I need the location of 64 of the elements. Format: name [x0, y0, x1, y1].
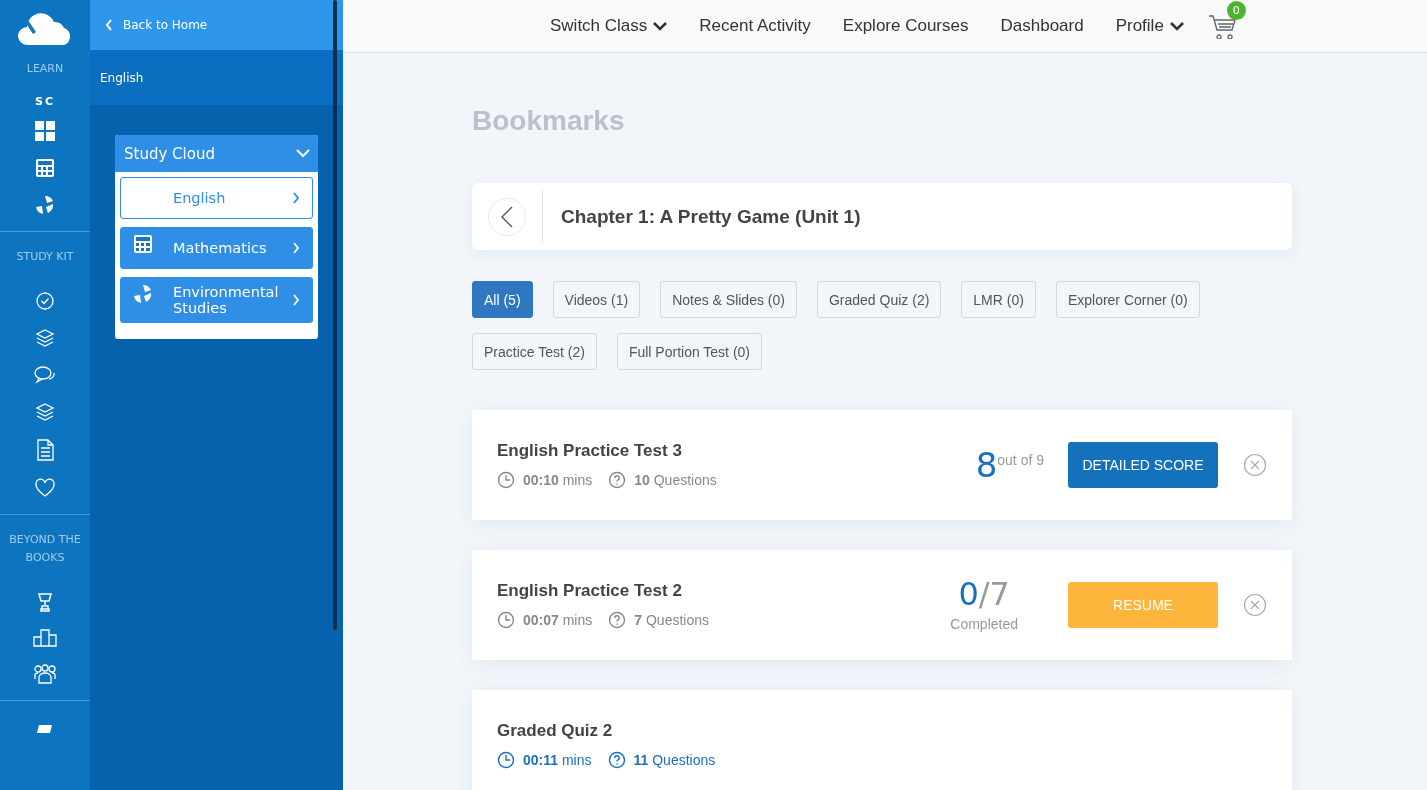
filter-chip[interactable]: Videos (1): [552, 281, 641, 318]
layers-icon[interactable]: [35, 402, 55, 422]
podium-icon[interactable]: [33, 629, 57, 647]
duration-text: 00:11 mins: [523, 752, 592, 768]
chevron-icon: [296, 149, 310, 158]
bookmark-title: Graded Quiz 2: [497, 721, 614, 741]
chapter-title: Chapter 1: A Pretty Game (Unit 1): [542, 190, 861, 243]
chat-icon[interactable]: [34, 365, 56, 385]
trophy-icon[interactable]: [36, 592, 54, 612]
caret-icon: [653, 21, 668, 31]
layers-icon[interactable]: [35, 328, 55, 348]
chevron-right-icon: [292, 294, 300, 306]
heart-icon[interactable]: [34, 478, 56, 498]
check-circle-icon[interactable]: [35, 291, 55, 311]
page-title: Bookmarks: [472, 105, 626, 137]
nav-link[interactable]: Profile: [1115, 16, 1184, 36]
question-icon: [608, 611, 627, 629]
section-label: LEARN: [25, 61, 65, 77]
filter-chip[interactable]: Practice Test (2): [472, 333, 597, 370]
filter-chip[interactable]: LMR (0): [961, 281, 1036, 318]
nav-link[interactable]: Switch Class: [550, 16, 668, 36]
nav-link[interactable]: Dashboard: [1000, 16, 1084, 36]
caret-icon: [1169, 21, 1184, 31]
leaf-cycle-icon[interactable]: [35, 195, 55, 215]
bookmark-title: English Practice Test 3: [497, 441, 683, 461]
duration-text: 00:07 mins: [523, 612, 593, 628]
abcd-grid-icon[interactable]: [35, 121, 55, 141]
chevron-right-icon: [292, 192, 300, 204]
question-icon: [607, 751, 626, 769]
filter-chip[interactable]: Explorer Corner (0): [1055, 281, 1200, 318]
progress-caption: Completed: [950, 616, 1018, 632]
question-count: 7 Questions: [634, 612, 709, 628]
chevron-right-icon: [292, 242, 300, 254]
scrollbar[interactable]: [333, 0, 337, 630]
clock-icon: [497, 751, 515, 769]
score-value: 8: [975, 448, 998, 482]
cloud-logo-icon[interactable]: [17, 12, 73, 46]
calculator-icon[interactable]: [35, 158, 55, 178]
question-count: 11 Questions: [633, 752, 716, 768]
clock-icon: [497, 611, 515, 629]
nav-link[interactable]: Explore Courses: [842, 16, 969, 36]
group-icon[interactable]: [33, 664, 57, 684]
rail-item[interactable]: SC: [35, 95, 55, 108]
score-total: out of 9: [997, 452, 1044, 468]
detailed-score-button[interactable]: DETAILED SCORE: [1068, 442, 1218, 488]
question-count: 10 Questions: [634, 472, 717, 488]
chevron-left-icon: [501, 205, 513, 228]
section-label: STUDY KIT: [15, 249, 75, 265]
document-icon[interactable]: [35, 439, 55, 461]
subtitle-bar: English: [90, 50, 343, 105]
filter-chip[interactable]: Graded Quiz (2): [816, 281, 942, 318]
filter-chip[interactable]: Full Portion Test (0): [616, 333, 762, 370]
cart-count-badge: 0: [1226, 1, 1246, 20]
progress-value: 0/7: [958, 578, 1010, 610]
filter-chip[interactable]: Notes & Slides (0): [660, 281, 797, 318]
nav-link[interactable]: Recent Activity: [699, 16, 811, 36]
filter-chip[interactable]: All (5): [472, 281, 533, 318]
bookmark-title: English Practice Test 2: [497, 581, 683, 601]
chevron-left-icon: [105, 19, 113, 31]
cart-icon[interactable]: [1207, 13, 1238, 39]
duration-text: 00:10 mins: [523, 472, 593, 488]
question-icon: [608, 471, 627, 489]
clock-icon: [497, 471, 515, 489]
section-label: BEYOND THE BOOKS: [8, 532, 82, 566]
